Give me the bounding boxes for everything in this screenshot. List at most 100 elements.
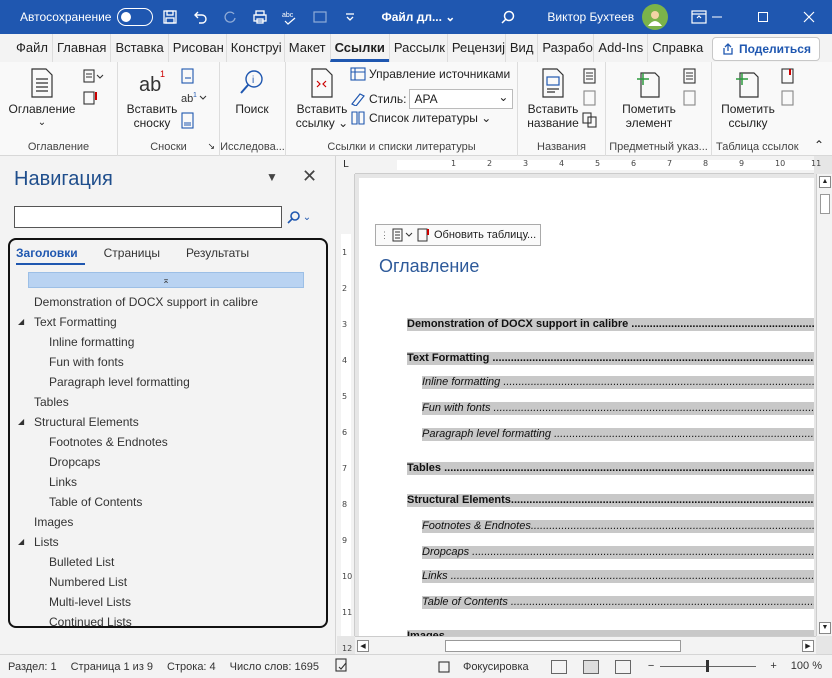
tab-help[interactable]: Справка xyxy=(647,34,707,62)
update-table-button[interactable]: Обновить таблицу... xyxy=(434,229,536,241)
tab-insert[interactable]: Вставка xyxy=(110,34,167,62)
save-icon[interactable] xyxy=(157,4,183,30)
nav-heading-item[interactable]: ◢ Lists xyxy=(10,532,326,552)
nav-heading-item[interactable]: Table of Contents xyxy=(10,492,326,512)
cross-reference-button[interactable] xyxy=(582,112,598,128)
style-select[interactable]: APA xyxy=(409,88,514,109)
autosave-toggle[interactable] xyxy=(117,8,154,26)
insert-caption-button[interactable]: Вставить название xyxy=(524,66,582,130)
toc-entry[interactable]: Inline formatting ......................… xyxy=(422,376,814,389)
tab-file[interactable]: Файл xyxy=(12,34,52,62)
nav-collapse-all[interactable]: ⌅ xyxy=(28,272,304,288)
toc-entry[interactable]: Footnotes & Endnotes....................… xyxy=(422,520,814,533)
nav-heading-item[interactable]: Numbered List xyxy=(10,572,326,592)
toc-menu-icon[interactable] xyxy=(392,228,414,242)
nav-heading-item[interactable]: Multi-level Lists xyxy=(10,592,326,612)
drag-handle-icon[interactable]: ⋮ xyxy=(380,230,389,241)
add-text-button[interactable] xyxy=(82,68,104,84)
scroll-down-icon[interactable]: ▼ xyxy=(819,622,831,634)
tab-layout[interactable]: Макет xyxy=(283,34,330,62)
insert-index-button[interactable] xyxy=(682,68,698,84)
dialog-launcher-icon[interactable]: ↘ xyxy=(207,141,215,152)
tab-home[interactable]: Главная xyxy=(51,34,110,62)
show-notes-button[interactable] xyxy=(180,112,196,130)
collapse-arrow-icon[interactable]: ◢ xyxy=(18,312,24,332)
horizontal-scrollbar[interactable]: ◀ ▶ xyxy=(355,636,816,654)
scroll-left-icon[interactable]: ◀ xyxy=(357,640,369,652)
tab-review[interactable]: Рецензиј xyxy=(446,34,505,62)
maximize-icon[interactable] xyxy=(740,0,786,34)
nav-heading-item[interactable]: Continued Lists xyxy=(10,612,326,626)
tab-mailings[interactable]: Рассылк xyxy=(388,34,447,62)
update-authorities-button[interactable] xyxy=(780,90,796,106)
share-button[interactable]: Поделиться xyxy=(711,37,820,61)
user-name[interactable]: Виктор Бухтеев xyxy=(547,10,634,24)
insert-table-of-figures-button[interactable] xyxy=(582,68,598,84)
toc-entry[interactable]: Dropcaps ...............................… xyxy=(422,546,814,559)
mark-entry-button[interactable]: Пометить элемент xyxy=(616,66,682,130)
horizontal-ruler[interactable]: 1 2 3 4 5 6 7 8 9 10 11 xyxy=(355,156,821,174)
toc-content-control[interactable]: ⋮ Обновить таблицу... xyxy=(375,224,542,246)
nav-heading-item[interactable]: Bulleted List xyxy=(10,552,326,572)
toc-button[interactable]: Оглавление ⌄ xyxy=(8,66,76,130)
minimize-icon[interactable] xyxy=(694,0,740,34)
scroll-right-icon[interactable]: ▶ xyxy=(802,640,814,652)
tab-design[interactable]: Конструі xyxy=(225,34,284,62)
nav-tab-headings[interactable]: Заголовки xyxy=(16,246,85,265)
nav-tab-results[interactable]: Результаты xyxy=(179,246,256,265)
nav-heading-item[interactable]: Fun with fonts xyxy=(10,352,326,372)
nav-heading-item[interactable]: Inline formatting xyxy=(10,332,326,352)
zoom-in-button[interactable]: + xyxy=(770,660,776,672)
document-page[interactable]: ⋮ Обновить таблицу... Оглавление Demonst… xyxy=(359,178,814,636)
toc-entry[interactable]: Paragraph level formatting .............… xyxy=(422,428,814,441)
search-icon[interactable] xyxy=(495,4,521,30)
tab-references[interactable]: Ссылки xyxy=(329,34,389,62)
read-mode-icon[interactable] xyxy=(550,659,567,674)
toc-entry[interactable]: Tables .................................… xyxy=(407,462,814,475)
nav-heading-item[interactable]: Tables xyxy=(10,392,326,412)
toc-entry[interactable]: Text Formatting ........................… xyxy=(407,352,814,365)
update-table-button[interactable] xyxy=(82,90,100,106)
insert-table-of-authorities-button[interactable] xyxy=(780,68,796,84)
status-page[interactable]: Страница 1 из 9 xyxy=(71,661,153,673)
insert-citation-button[interactable]: Вставить ссылку ⌄ xyxy=(292,66,352,130)
nav-heading-item[interactable]: ◢ Structural Elements xyxy=(10,412,326,432)
customize-toolbar-icon[interactable] xyxy=(337,4,363,30)
nav-heading-item[interactable]: Images xyxy=(10,512,326,532)
document-title[interactable]: Файл дл... ⌄ xyxy=(381,10,455,24)
status-line[interactable]: Строка: 4 xyxy=(167,661,216,673)
collapse-ribbon-icon[interactable]: ⌃ xyxy=(814,138,824,152)
nav-heading-item[interactable]: Paragraph level formatting xyxy=(10,372,326,392)
toc-entry[interactable]: Structural Elements.....................… xyxy=(407,494,814,507)
vertical-scroll-thumb[interactable] xyxy=(820,194,830,214)
nav-heading-item[interactable]: Demonstration of DOCX support in calibre xyxy=(10,292,326,312)
zoom-out-button[interactable]: − xyxy=(648,660,654,672)
next-footnote-button[interactable]: ab 1 xyxy=(180,90,210,106)
zoom-slider[interactable] xyxy=(660,659,757,672)
vertical-scrollbar[interactable]: ▲ ▼ xyxy=(816,174,832,636)
insert-footnote-button[interactable]: ab 1 Вставить сноску xyxy=(124,66,180,130)
nav-heading-item[interactable]: ◢ Text Formatting xyxy=(10,312,326,332)
tab-addins[interactable]: Add-Ins xyxy=(593,34,647,62)
print-layout-icon[interactable] xyxy=(582,659,599,674)
proofing-icon[interactable] xyxy=(335,658,349,675)
spelling-icon[interactable]: abc xyxy=(277,4,303,30)
undo-icon[interactable] xyxy=(187,4,213,30)
print-icon[interactable] xyxy=(247,4,273,30)
update-index-button[interactable] xyxy=(682,90,698,106)
toc-entry[interactable]: Links ..................................… xyxy=(422,570,814,583)
toc-entry[interactable]: Table of Contents ......................… xyxy=(422,596,814,609)
tab-developer[interactable]: Разрабо xyxy=(537,34,593,62)
redo-icon[interactable] xyxy=(217,4,243,30)
status-words[interactable]: Число слов: 1695 xyxy=(230,661,319,673)
nav-heading-item[interactable]: Footnotes & Endnotes xyxy=(10,432,326,452)
mark-citation-button[interactable]: Пометить ссылку xyxy=(718,66,778,130)
web-layout-icon[interactable] xyxy=(614,659,631,674)
collapse-arrow-icon[interactable]: ◢ xyxy=(18,532,24,552)
tab-selector[interactable]: L xyxy=(337,156,355,174)
nav-tab-pages[interactable]: Страницы xyxy=(97,246,167,265)
view-icon[interactable] xyxy=(307,4,333,30)
update-figures-button[interactable] xyxy=(582,90,598,106)
tab-draw[interactable]: Рисован xyxy=(167,34,226,62)
scroll-up-icon[interactable]: ▲ xyxy=(819,176,831,188)
